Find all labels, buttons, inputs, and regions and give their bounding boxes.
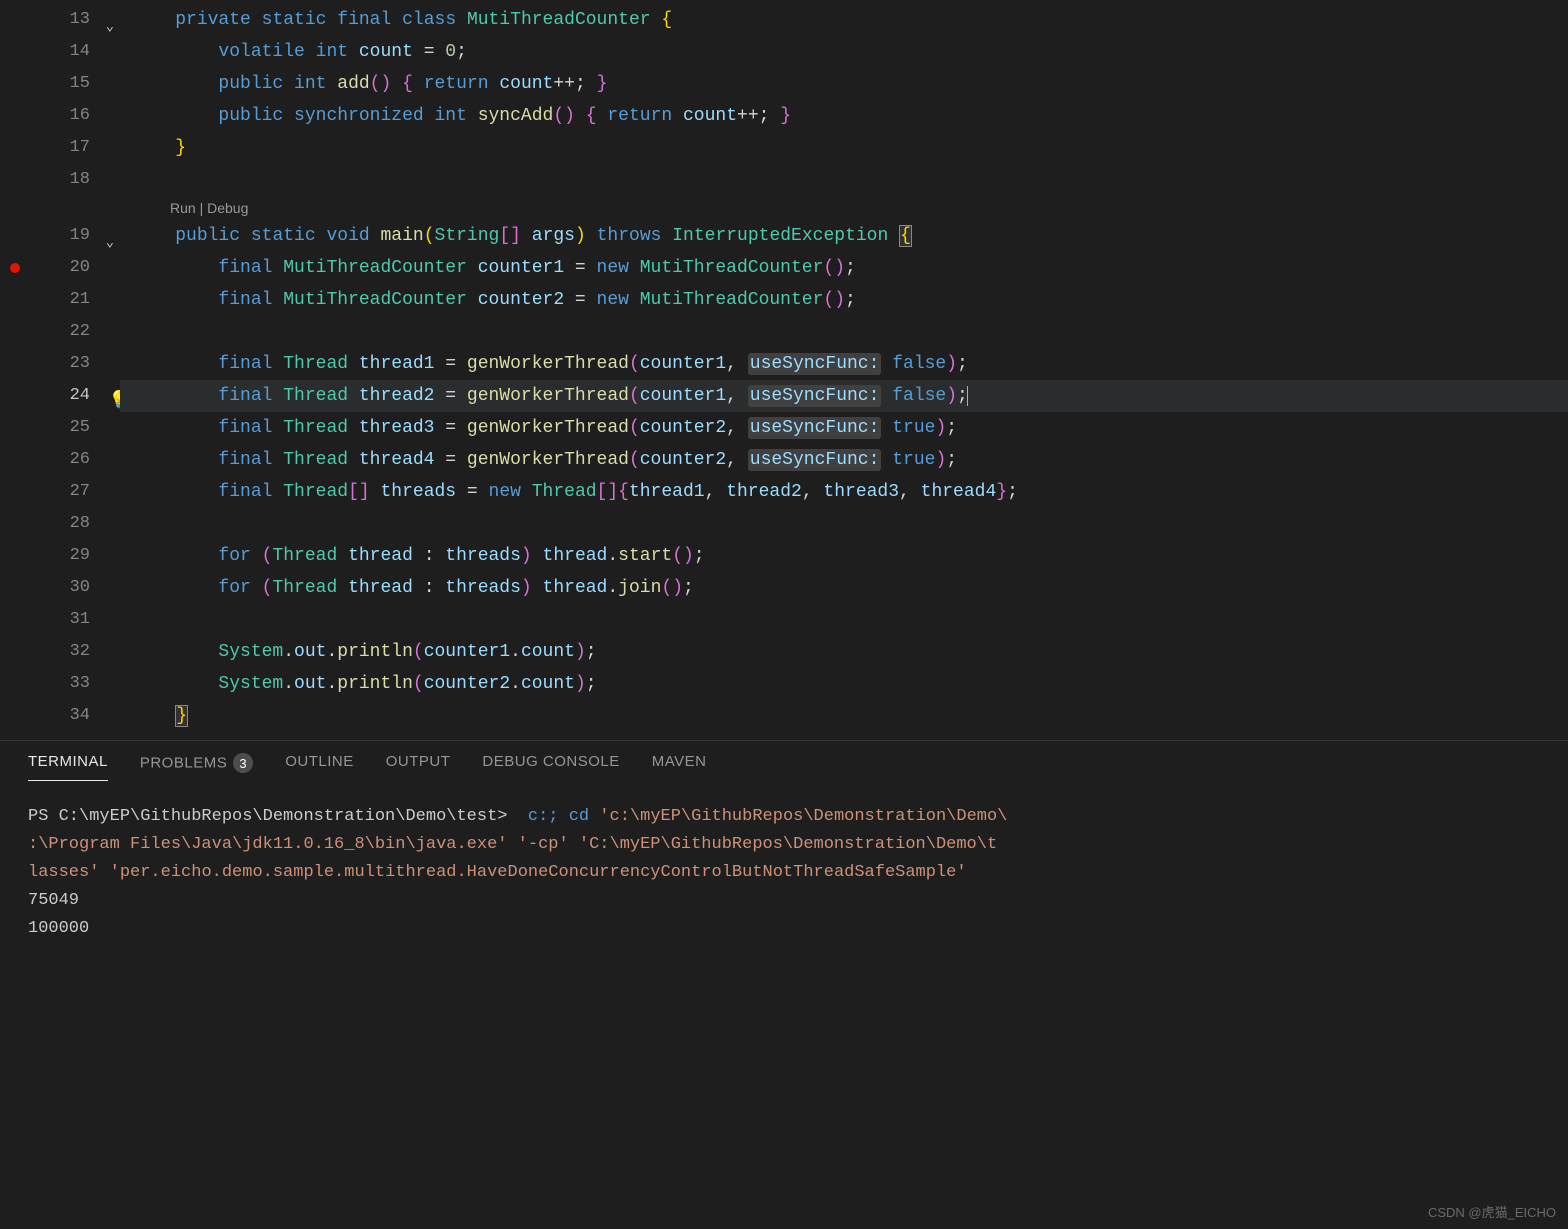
codelens-debug: Debug: [207, 200, 248, 216]
line-number: 19⌄: [0, 220, 120, 252]
line-number: 20: [0, 252, 120, 284]
tab-output[interactable]: OUTPUT: [386, 753, 451, 780]
tab-debug-console[interactable]: DEBUG CONSOLE: [482, 753, 619, 780]
line-number: 34: [0, 700, 120, 732]
tab-outline[interactable]: OUTLINE: [285, 753, 354, 780]
line-number: 29: [0, 540, 120, 572]
tab-problems[interactable]: PROBLEMS3: [140, 753, 253, 783]
line-number: 24💡: [0, 380, 120, 412]
codelens[interactable]: Run | Debug: [120, 196, 1568, 220]
code-content[interactable]: private static final class MutiThreadCou…: [120, 0, 1568, 740]
breakpoint-icon[interactable]: [10, 263, 20, 273]
line-number: 22: [0, 316, 120, 348]
line-number: 26: [0, 444, 120, 476]
line-number: 32: [0, 636, 120, 668]
line-number: 27: [0, 476, 120, 508]
panel-tabs: TERMINAL PROBLEMS3 OUTLINE OUTPUT DEBUG …: [0, 741, 1568, 787]
line-number: 30: [0, 572, 120, 604]
line-number: 28: [0, 508, 120, 540]
tab-maven[interactable]: MAVEN: [652, 753, 707, 780]
line-number-gutter: 13⌄ 14 15 16 17 18 19⌄ 20 21 22 23 24💡 2…: [0, 0, 120, 740]
line-number: 33: [0, 668, 120, 700]
line-number: 14: [0, 36, 120, 68]
codelens-run: Run: [170, 200, 196, 216]
line-number: 18: [0, 164, 120, 196]
terminal-output[interactable]: PS C:\myEP\GithubRepos\Demonstration\Dem…: [0, 787, 1568, 959]
line-number: 21: [0, 284, 120, 316]
line-number: 25: [0, 412, 120, 444]
tab-terminal[interactable]: TERMINAL: [28, 753, 108, 781]
line-number: 13⌄: [0, 4, 120, 36]
text-cursor: [967, 386, 968, 406]
code-editor[interactable]: 13⌄ 14 15 16 17 18 19⌄ 20 21 22 23 24💡 2…: [0, 0, 1568, 740]
problems-badge: 3: [233, 753, 253, 773]
line-number: 23: [0, 348, 120, 380]
watermark: CSDN @虎猫_EICHO: [1428, 1202, 1556, 1221]
line-number: 16: [0, 100, 120, 132]
line-number: 15: [0, 68, 120, 100]
line-number: 31: [0, 604, 120, 636]
line-number: 17: [0, 132, 120, 164]
bottom-panel: TERMINAL PROBLEMS3 OUTLINE OUTPUT DEBUG …: [0, 740, 1568, 1229]
